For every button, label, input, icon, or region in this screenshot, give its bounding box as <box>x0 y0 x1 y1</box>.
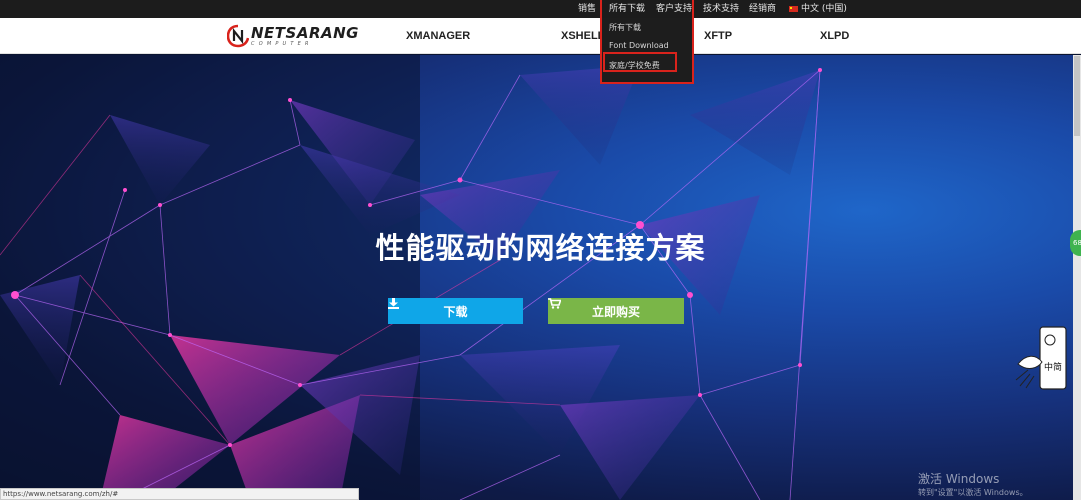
logo-mark-icon <box>227 24 249 48</box>
download-icon <box>388 298 399 309</box>
hero-title: 性能驱动的网络连接方案 <box>375 231 706 265</box>
dropdown-item-highlight-box <box>603 52 677 72</box>
main-nav <box>0 18 1081 54</box>
language-selector[interactable]: 中文 (中国) <box>789 0 847 18</box>
top-link-tech-support[interactable]: 技术支持 <box>703 0 739 18</box>
nav-xmanager[interactable]: XMANAGER <box>406 30 470 42</box>
ime-label: 中简 <box>1044 361 1062 373</box>
ime-icon[interactable]: 中简 <box>1014 324 1070 394</box>
flag-icon <box>789 6 798 12</box>
nav-xftp[interactable]: XFTP <box>704 30 732 42</box>
top-link-sales[interactable]: 销售 <box>578 0 596 18</box>
dropdown-item-font-download[interactable]: Font Download <box>609 41 669 50</box>
top-link-distributors[interactable]: 经销商 <box>749 0 776 18</box>
windows-activation-watermark: 激活 Windows 转到"设置"以激活 Windows。 <box>918 472 1028 499</box>
dropdown-item-all-downloads[interactable]: 所有下载 <box>609 22 641 33</box>
nav-xshell[interactable]: XSHELL <box>561 30 604 42</box>
scrollbar-thumb[interactable] <box>1074 56 1080 136</box>
status-bar-url: https://www.netsarang.com/zh/# <box>0 488 359 500</box>
activation-line-1: 激活 Windows <box>918 472 1000 486</box>
top-bar <box>0 0 1081 18</box>
language-label: 中文 (中国) <box>801 4 847 14</box>
nav-xlpd[interactable]: XLPD <box>820 30 849 42</box>
hero-banner: 性能驱动的网络连接方案 下载 立即购买 <box>0 55 1081 500</box>
cart-icon <box>548 298 561 309</box>
side-chat-chip[interactable]: 68 <box>1070 230 1081 256</box>
downloads-dropdown-menu: 所有下载 Font Download 家庭/学校免费 <box>600 18 694 84</box>
buy-now-button-label: 立即购买 <box>591 304 640 319</box>
activation-line-2: 转到"设置"以激活 Windows。 <box>918 488 1028 497</box>
download-button-label: 下载 <box>443 304 468 319</box>
logo-name: NETSARANG <box>251 23 359 42</box>
download-button[interactable]: 下载 <box>388 298 523 324</box>
network-background <box>0 55 822 500</box>
dropdown-trigger-highlight <box>600 0 694 18</box>
logo-subtitle: COMPUTER <box>251 40 313 47</box>
buy-now-button[interactable]: 立即购买 <box>548 298 684 324</box>
netsarang-logo[interactable]: NETSARANG COMPUTER <box>227 21 359 51</box>
